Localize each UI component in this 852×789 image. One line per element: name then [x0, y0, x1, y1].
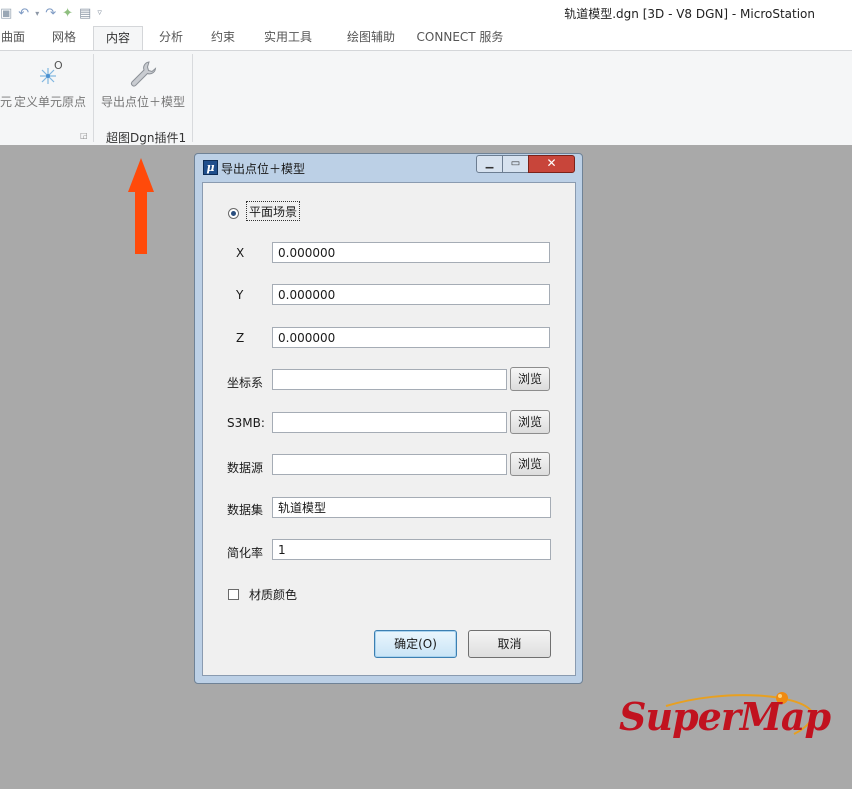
cell-origin-icon[interactable]: O: [34, 58, 64, 88]
window-title: 轨道模型.dgn [3D - V8 DGN] - MicroStation: [564, 7, 815, 21]
export-points-model-button[interactable]: 导出点位＋模型: [101, 93, 185, 110]
dialog-body: 平面场景 X Y Z 坐标系 浏览 S3MB: 浏览 数据源 浏览 数据集 简化…: [202, 182, 576, 676]
tab-surface[interactable]: 曲面: [0, 26, 26, 50]
minimize-button[interactable]: ▁: [476, 155, 503, 173]
microstation-icon: μ: [203, 160, 218, 175]
tab-constraints[interactable]: 约束: [207, 26, 239, 50]
plugin-group-title: 超图Dgn插件1: [106, 131, 187, 145]
y-field[interactable]: [272, 284, 550, 305]
ribbon-separator: [192, 54, 193, 142]
plane-scene-radio[interactable]: [228, 208, 239, 219]
dialog-title: 导出点位＋模型: [221, 162, 306, 176]
dataset-label: 数据集: [227, 503, 264, 517]
simplify-rate-label: 简化率: [227, 546, 264, 560]
plane-scene-label[interactable]: 平面场景: [249, 203, 297, 220]
maximize-button[interactable]: ▭: [502, 155, 529, 173]
tab-drawing-aids[interactable]: 绘图辅助: [338, 26, 404, 50]
print-icon[interactable]: ▤: [79, 6, 91, 21]
x-field[interactable]: [272, 242, 550, 263]
tab-utilities[interactable]: 实用工具: [262, 26, 314, 50]
tab-analysis[interactable]: 分析: [155, 26, 187, 50]
export-dialog: μ 导出点位＋模型 ▁ ▭ ✕ 平面场景 X Y Z 坐标系 浏览 S3MB: …: [194, 153, 583, 684]
ribbon-panel: 元 O 定义单元原点 导出点位＋模型 超图Dgn插件1 ◲: [0, 50, 852, 145]
s3mb-label: S3MB:: [227, 416, 265, 430]
browse-coordinate-button[interactable]: 浏览: [510, 367, 550, 391]
customize-icon[interactable]: ▿: [97, 8, 102, 18]
datasource-field[interactable]: [272, 454, 507, 475]
s3mb-field[interactable]: [272, 412, 507, 433]
svg-text:O: O: [54, 59, 63, 72]
simplify-rate-field[interactable]: [272, 539, 551, 560]
group-launcher-icon[interactable]: ◲: [80, 131, 88, 140]
material-color-label[interactable]: 材质颜色: [249, 586, 297, 603]
wrench-icon[interactable]: [127, 58, 159, 90]
supermap-logo: SuperMap: [616, 690, 831, 750]
redo-icon[interactable]: ↷: [45, 6, 56, 21]
z-field[interactable]: [272, 327, 550, 348]
undo-icon[interactable]: ↶: [18, 6, 29, 21]
title-bar: ▣ ↶ ▾ ↷ ✦ ▤ ▿ 轨道模型.dgn [3D - V8 DGN] - M…: [0, 0, 852, 26]
coordinate-system-field[interactable]: [272, 369, 507, 390]
ribbon-separator: [93, 54, 94, 142]
logo-text: SuperMap: [619, 694, 831, 739]
material-color-checkbox[interactable]: [228, 589, 239, 600]
tab-mesh[interactable]: 网格: [48, 26, 80, 50]
x-label: X: [236, 246, 245, 260]
y-label: Y: [236, 288, 244, 302]
ribbon-tab-bar: 曲面 网格 内容 分析 约束 实用工具 绘图辅助 CONNECT 服务: [0, 26, 852, 51]
datasource-label: 数据源: [227, 461, 264, 475]
partial-button-label[interactable]: 元: [0, 93, 12, 110]
coordinate-system-label: 坐标系: [227, 376, 264, 390]
tab-content[interactable]: 内容: [93, 26, 143, 51]
cancel-button[interactable]: 取消: [468, 630, 551, 658]
browse-s3mb-button[interactable]: 浏览: [510, 410, 550, 434]
tab-connect-services[interactable]: CONNECT 服务: [416, 26, 504, 50]
arrow-up-icon: [128, 158, 154, 254]
z-label: Z: [236, 331, 245, 345]
save-icon[interactable]: ▣: [0, 6, 12, 21]
define-origin-label[interactable]: 定义单元原点: [14, 93, 86, 110]
browse-datasource-button[interactable]: 浏览: [510, 452, 550, 476]
close-button[interactable]: ✕: [528, 155, 575, 173]
dropdown-icon[interactable]: ▾: [35, 9, 39, 18]
dataset-field[interactable]: [272, 497, 551, 518]
ok-button[interactable]: 确定(O): [374, 630, 457, 658]
quick-access-toolbar: ▣ ↶ ▾ ↷ ✦ ▤ ▿: [0, 4, 108, 22]
pin-icon[interactable]: ✦: [62, 6, 73, 21]
